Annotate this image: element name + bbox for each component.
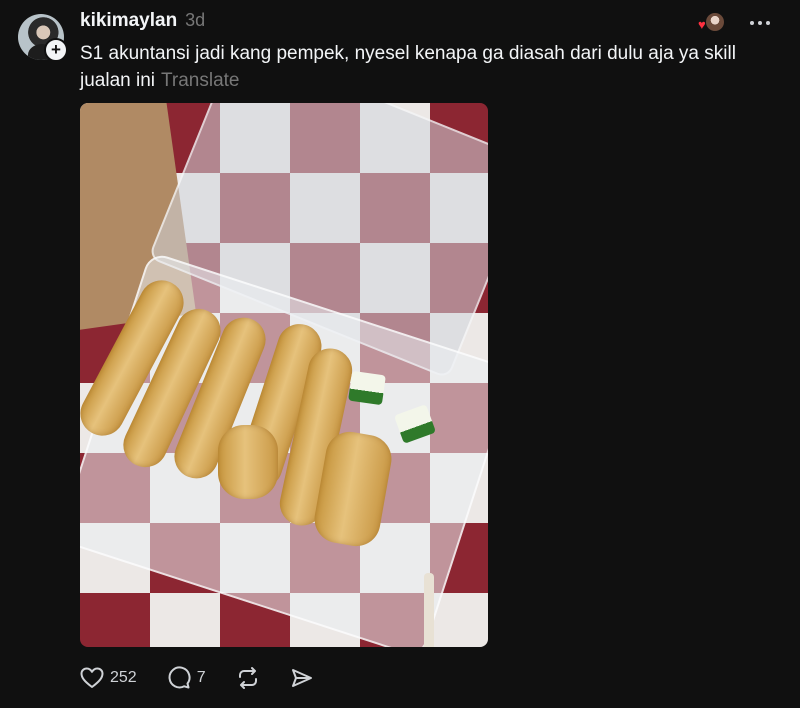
liker-avatar bbox=[706, 13, 724, 31]
more-dot bbox=[750, 21, 754, 25]
share-button[interactable] bbox=[290, 666, 314, 690]
like-count: 252 bbox=[110, 669, 137, 686]
repost-button[interactable] bbox=[236, 666, 260, 690]
thread-post: + kikimaylan 3d ♥ S1 akuntansi jadi kang… bbox=[0, 0, 800, 708]
post-image[interactable] bbox=[80, 103, 488, 647]
like-button[interactable]: 252 bbox=[80, 667, 137, 689]
translate-link[interactable]: Translate bbox=[161, 70, 240, 91]
more-icon[interactable] bbox=[750, 21, 770, 25]
reply-count: 7 bbox=[196, 669, 206, 686]
more-dot bbox=[758, 21, 762, 25]
image-cucumber bbox=[348, 370, 386, 406]
share-icon bbox=[291, 669, 312, 687]
post-header: kikimaylan 3d bbox=[80, 10, 205, 34]
post-top-right: ♥ bbox=[698, 12, 770, 34]
author-avatar[interactable]: + bbox=[18, 14, 68, 62]
comment-icon bbox=[168, 666, 191, 689]
more-dot bbox=[766, 21, 770, 25]
post-actions: 252 7 bbox=[80, 664, 314, 692]
username[interactable]: kikimaylan bbox=[80, 10, 177, 32]
heart-icon bbox=[80, 667, 104, 688]
image-pempek bbox=[218, 425, 278, 499]
post-timestamp[interactable]: 3d bbox=[185, 10, 205, 31]
image-straw bbox=[424, 573, 434, 647]
post-caption: S1 akuntansi jadi kang pempek, nyesel ke… bbox=[80, 40, 760, 94]
heart-badge-icon: ♥ bbox=[698, 17, 706, 32]
liked-by-indicator[interactable]: ♥ bbox=[698, 12, 724, 34]
reply-button[interactable]: 7 bbox=[167, 666, 206, 690]
follow-plus-icon[interactable]: + bbox=[44, 38, 68, 62]
repost-icon bbox=[238, 667, 257, 689]
